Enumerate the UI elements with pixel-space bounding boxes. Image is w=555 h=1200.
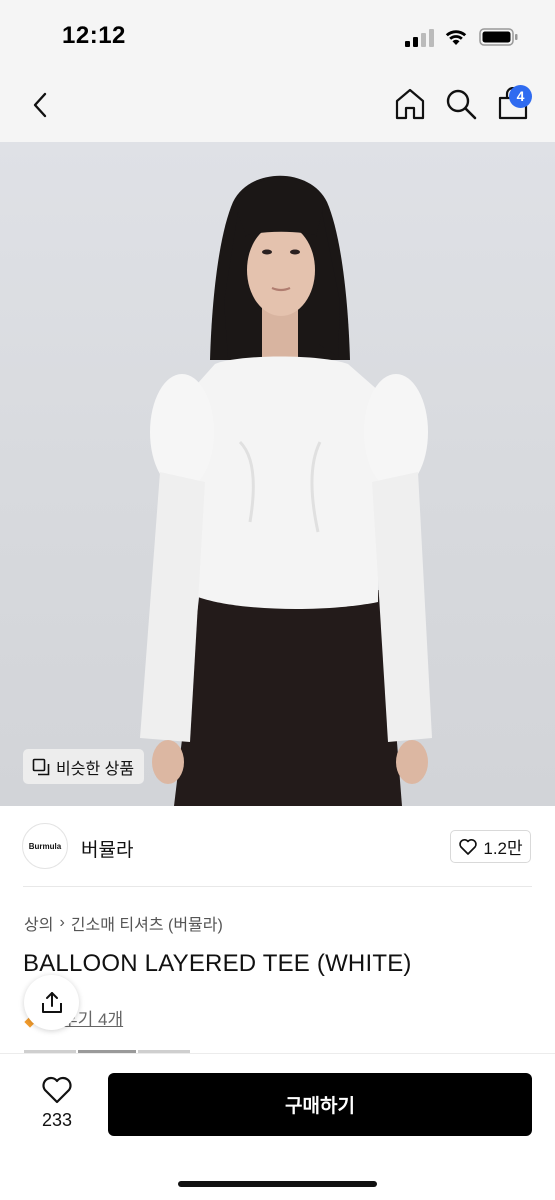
divider (23, 886, 532, 887)
top-navigation (0, 70, 555, 142)
brand-logo[interactable]: Burmula (22, 823, 68, 869)
battery-icon (479, 28, 518, 46)
brand-like-count: 1.2만 (483, 839, 523, 858)
breadcrumb-subcategory[interactable]: 긴소매 티셔츠 (버뮬라) (71, 911, 223, 935)
heart-icon (459, 838, 478, 855)
product-image[interactable] (0, 142, 555, 806)
breadcrumb: 상의 › 긴소매 티셔츠 (버뮬라) (24, 911, 223, 935)
home-icon[interactable] (393, 87, 427, 121)
search-icon[interactable] (444, 87, 478, 121)
cellular-signal-icon (405, 29, 434, 47)
copy-square-icon (32, 758, 50, 775)
model-photo (140, 175, 432, 806)
bottom-action-bar: 233 구매하기 (0, 1053, 555, 1200)
brand-logo-text: Burmula (28, 841, 62, 851)
brand-like-button[interactable]: 1.2만 (450, 830, 531, 863)
status-bar: 12:12 (0, 0, 555, 70)
cart-count-badge: 4 (509, 85, 532, 108)
breadcrumb-category[interactable]: 상의 (24, 911, 53, 935)
status-time: 12:12 (62, 22, 126, 49)
similar-products-label: 비슷한 상품 (56, 760, 135, 778)
share-button[interactable] (24, 975, 79, 1030)
chevron-right-icon: › (59, 914, 65, 931)
share-icon (41, 991, 62, 1013)
brand-name[interactable]: 버뮬라 (81, 835, 133, 862)
buy-button[interactable]: 구매하기 (108, 1073, 532, 1136)
brand-row: Burmula 버뮬라 1.2만 (0, 806, 555, 886)
similar-products-button[interactable]: 비슷한 상품 (23, 749, 145, 784)
wishlist-heart-icon[interactable] (41, 1075, 73, 1105)
home-indicator (178, 1181, 377, 1187)
back-arrow-icon[interactable] (26, 90, 56, 120)
wifi-icon (445, 30, 467, 45)
product-title: BALLOON LAYERED TEE (WHITE) (23, 950, 412, 977)
wishlist-count: 233 (41, 1110, 73, 1130)
